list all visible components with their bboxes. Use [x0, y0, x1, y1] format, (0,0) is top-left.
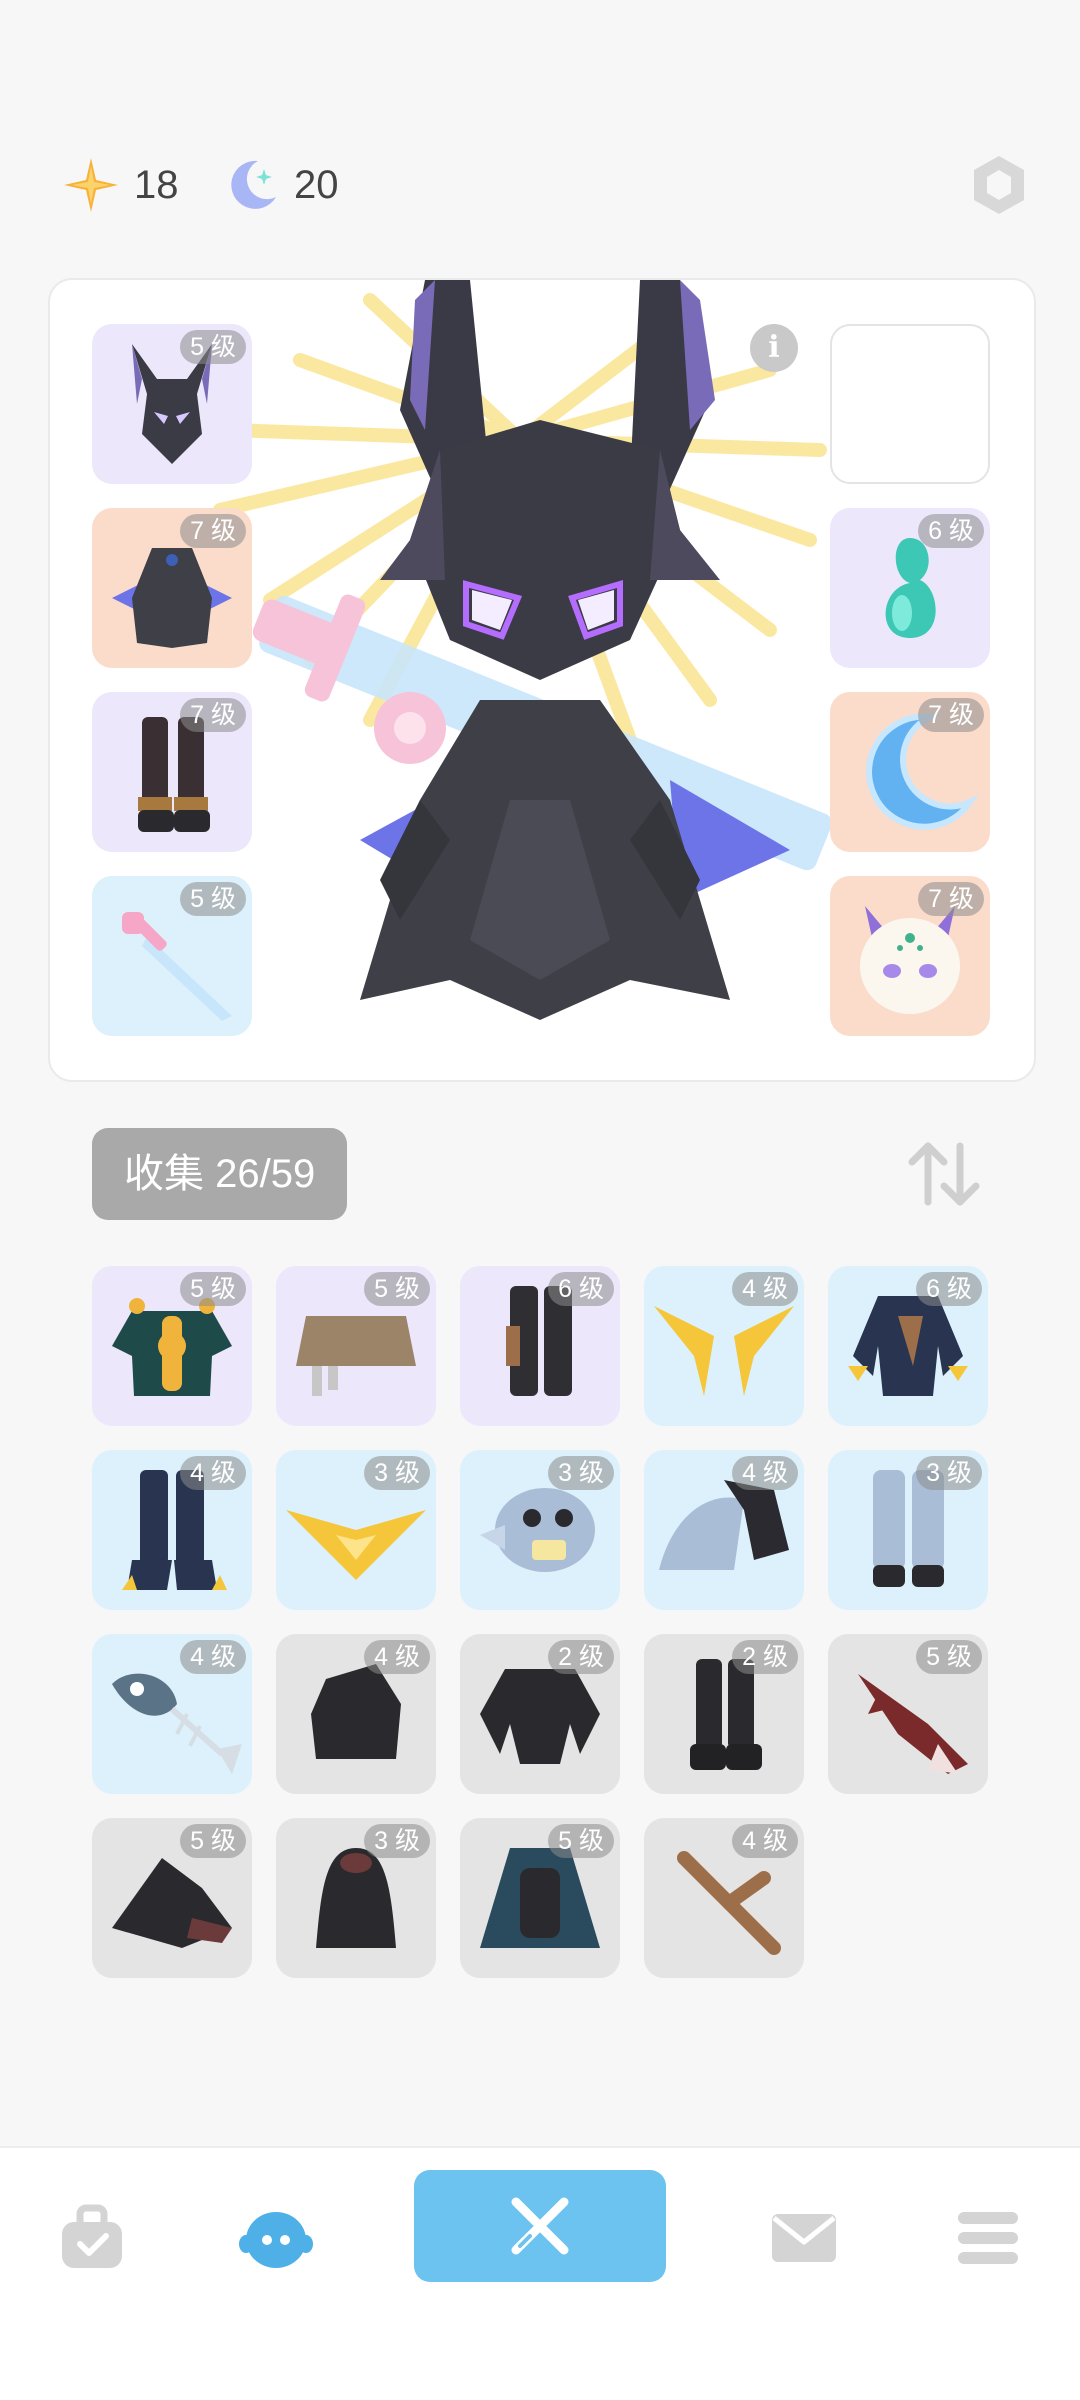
star-currency: 18	[62, 140, 179, 230]
grid-item[interactable]: 3 级	[828, 1450, 988, 1610]
grid-item[interactable]: 4 级	[644, 1266, 804, 1426]
grid-item[interactable]: 6 级	[460, 1266, 620, 1426]
equip-slot-moon[interactable]: 7 级	[830, 692, 990, 852]
grid-item[interactable]: 3 级	[276, 1818, 436, 1978]
bottom-nav	[0, 2146, 1080, 2400]
moon-count: 20	[294, 162, 339, 207]
info-icon[interactable]: i	[750, 324, 798, 372]
level-badge: 5 级	[916, 1640, 982, 1674]
sort-arrows-icon[interactable]	[904, 1134, 984, 1214]
equip-slot-empty[interactable]	[830, 324, 990, 484]
star-icon	[64, 158, 118, 212]
equip-slot-mask[interactable]: 7 级	[830, 876, 990, 1036]
level-badge: 4 级	[732, 1456, 798, 1490]
grid-item[interactable]: 6 级	[828, 1266, 988, 1426]
level-badge: 6 级	[548, 1272, 614, 1306]
level-badge: 5 级	[180, 330, 246, 364]
equip-slot-cape[interactable]: 7 级	[92, 508, 252, 668]
currency-bar: 18 20	[0, 140, 1080, 230]
bag-icon[interactable]	[52, 2198, 132, 2278]
grid-item[interactable]: 5 级	[92, 1818, 252, 1978]
grid-item[interactable]: 3 级	[460, 1450, 620, 1610]
level-badge: 4 级	[732, 1272, 798, 1306]
level-badge: 2 级	[548, 1640, 614, 1674]
level-badge: 6 级	[918, 514, 984, 548]
grid-item[interactable]: 5 级	[92, 1266, 252, 1426]
level-badge: 7 级	[918, 882, 984, 916]
grid-item[interactable]: 3 级	[276, 1450, 436, 1610]
level-badge: 4 级	[180, 1640, 246, 1674]
level-badge: 4 级	[180, 1456, 246, 1490]
grid-item[interactable]: 4 级	[644, 1818, 804, 1978]
grid-item[interactable]: 2 级	[644, 1634, 804, 1794]
equip-slot-weapon[interactable]: 5 级	[92, 876, 252, 1036]
battle-button[interactable]	[414, 2170, 666, 2282]
level-badge: 2 级	[732, 1640, 798, 1674]
grid-item[interactable]: 2 级	[460, 1634, 620, 1794]
level-badge: 3 级	[364, 1456, 430, 1490]
level-badge: 7 级	[180, 698, 246, 732]
level-badge: 7 级	[918, 698, 984, 732]
character-panel: i 5 级 7 级 7 级 5 级 6 级 7 级 7 级	[48, 278, 1036, 1082]
level-badge: 5 级	[180, 1824, 246, 1858]
level-badge: 4 级	[732, 1824, 798, 1858]
grid-item[interactable]: 5 级	[460, 1818, 620, 1978]
level-badge: 5 级	[180, 882, 246, 916]
equip-slot-head[interactable]: 5 级	[92, 324, 252, 484]
level-badge: 3 级	[916, 1456, 982, 1490]
moon-currency: 20	[224, 140, 339, 230]
equip-slot-potion[interactable]: 6 级	[830, 508, 990, 668]
star-count: 18	[134, 162, 179, 207]
moon-icon	[231, 160, 276, 209]
equip-slot-boots[interactable]: 7 级	[92, 692, 252, 852]
character-preview[interactable]	[210, 280, 870, 1082]
character-icon[interactable]	[236, 2198, 316, 2278]
level-badge: 7 级	[180, 514, 246, 548]
level-badge: 3 级	[548, 1456, 614, 1490]
collection-counter[interactable]: 收集 26/59	[92, 1128, 348, 1220]
grid-item[interactable]: 5 级	[276, 1266, 436, 1426]
level-badge: 5 级	[180, 1272, 246, 1306]
mail-icon[interactable]	[764, 2198, 844, 2278]
level-badge: 6 级	[916, 1272, 982, 1306]
level-badge: 5 级	[364, 1272, 430, 1306]
grid-item[interactable]: 4 级	[276, 1634, 436, 1794]
level-badge: 5 级	[548, 1824, 614, 1858]
hexagon-settings-icon[interactable]	[966, 152, 1032, 218]
grid-item[interactable]: 4 级	[644, 1450, 804, 1610]
grid-item[interactable]: 4 级	[92, 1634, 252, 1794]
grid-item[interactable]: 4 级	[92, 1450, 252, 1610]
menu-icon[interactable]	[948, 2198, 1028, 2278]
grid-item[interactable]: 5 级	[828, 1634, 988, 1794]
crossed-swords-icon	[511, 2197, 569, 2255]
level-badge: 4 级	[364, 1640, 430, 1674]
level-badge: 3 级	[364, 1824, 430, 1858]
